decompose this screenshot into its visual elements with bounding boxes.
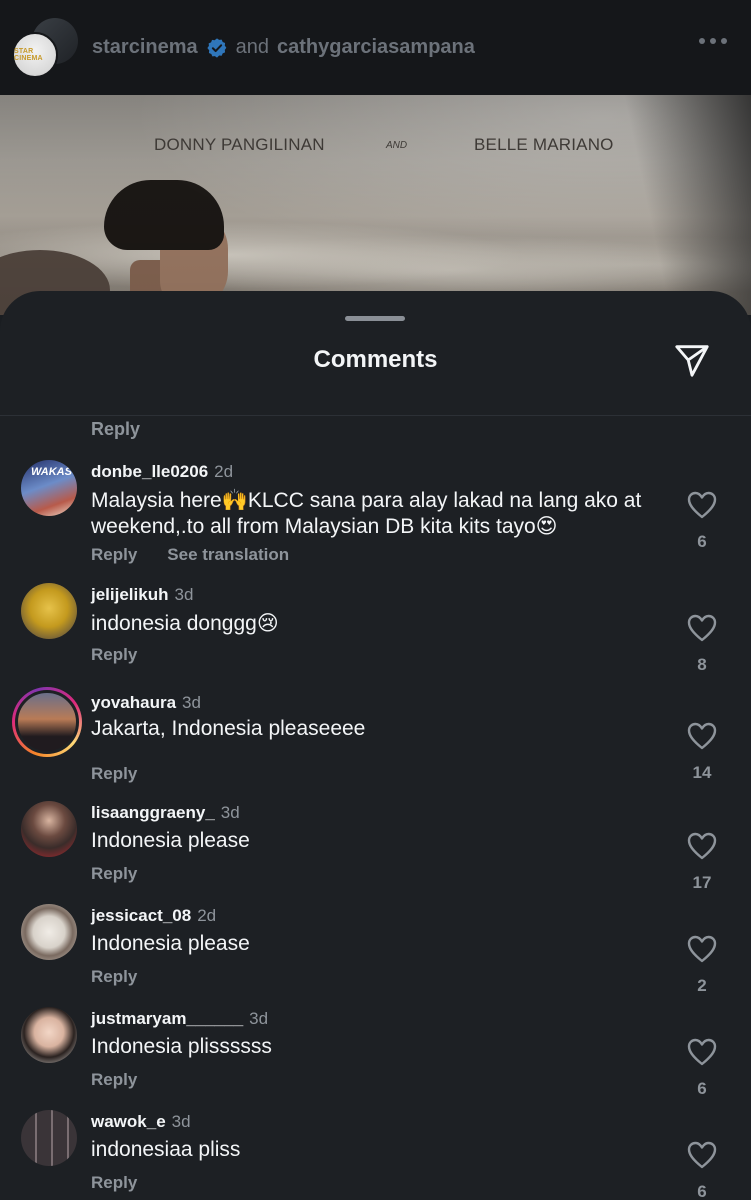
comment-item: jelijelikuh 3d indonesia donggg😢 Reply 8 bbox=[0, 579, 751, 679]
like-control[interactable]: 17 bbox=[685, 832, 719, 893]
comment-username[interactable]: justmaryam______ bbox=[91, 1009, 243, 1029]
comment-time: 2d bbox=[214, 462, 234, 481]
heart-icon[interactable] bbox=[687, 1141, 717, 1169]
more-horizontal-icon[interactable] bbox=[699, 38, 727, 44]
reply-button[interactable]: Reply bbox=[91, 545, 137, 565]
collab-avatars[interactable]: STAR CINEMA bbox=[12, 17, 78, 78]
heart-icon[interactable] bbox=[687, 832, 717, 860]
avatar-starcinema[interactable]: STAR CINEMA bbox=[12, 31, 58, 78]
comment-username[interactable]: jelijelikuh bbox=[91, 585, 168, 605]
comment-text: Indonesia plissssss bbox=[91, 1035, 272, 1058]
like-control[interactable]: 14 bbox=[685, 722, 719, 783]
starcinema-logo: STAR CINEMA bbox=[14, 47, 43, 62]
sheet-drag-handle[interactable] bbox=[345, 316, 405, 321]
avatar[interactable] bbox=[21, 904, 77, 960]
comment-username[interactable]: donbe_lle0206 bbox=[91, 462, 208, 482]
reply-button[interactable]: Reply bbox=[91, 1173, 137, 1193]
post-image[interactable]: DONNY PANGILINAN AND BELLE MARIANO bbox=[0, 95, 751, 315]
comment-username[interactable]: jessicact_08 bbox=[91, 906, 191, 926]
comment-username[interactable]: wawok_e bbox=[91, 1112, 166, 1132]
heart-icon[interactable] bbox=[687, 935, 717, 963]
comment-time: 3d bbox=[249, 1009, 269, 1028]
comment-text: indonesiaa pliss bbox=[91, 1138, 241, 1161]
author-cathygarciasampana[interactable]: cathygarciasampana bbox=[277, 36, 475, 59]
reply-button[interactable]: Reply bbox=[91, 864, 137, 884]
like-count: 2 bbox=[697, 976, 707, 995]
like-count: 6 bbox=[697, 1079, 707, 1098]
reply-button[interactable]: Reply bbox=[91, 967, 137, 987]
comment-time: 2d bbox=[197, 906, 217, 925]
avatar[interactable] bbox=[21, 1110, 77, 1166]
comment-time: 3d bbox=[171, 1112, 191, 1131]
like-control[interactable]: 6 bbox=[685, 1141, 719, 1200]
credit-left: DONNY PANGILINAN bbox=[154, 135, 325, 154]
avatar[interactable] bbox=[21, 583, 77, 639]
avatar[interactable] bbox=[21, 801, 77, 857]
sheet-title: Comments bbox=[313, 346, 438, 373]
avatar[interactable] bbox=[21, 1007, 77, 1063]
like-count: 6 bbox=[697, 532, 707, 551]
comment-username[interactable]: yovahaura bbox=[91, 693, 176, 713]
reply-button[interactable]: Reply bbox=[91, 1070, 137, 1090]
comment-text: indonesia donggg😢 bbox=[91, 612, 279, 635]
comment-username[interactable]: lisaanggraeny_ bbox=[91, 803, 215, 823]
comments-sheet: Comments Reply WAKAS donbe_lle0206 2d Ma… bbox=[0, 291, 751, 1200]
comment-text: Malaysia here🙌KLCC sana para alay lakad … bbox=[91, 489, 642, 538]
sheet-divider bbox=[0, 415, 751, 416]
reply-button[interactable]: Reply bbox=[91, 645, 137, 665]
comment-text: Jakarta, Indonesia pleaseeee bbox=[91, 717, 366, 740]
verified-badge-icon bbox=[207, 37, 226, 58]
heart-icon[interactable] bbox=[687, 614, 717, 642]
credit-and: AND bbox=[386, 140, 408, 151]
avatar-story-ring[interactable] bbox=[12, 687, 82, 757]
avatar[interactable]: WAKAS bbox=[21, 460, 77, 516]
credit-right: BELLE MARIANO bbox=[474, 135, 614, 154]
send-icon[interactable] bbox=[673, 341, 711, 379]
post-authors: starcinema and cathygarciasampana bbox=[92, 36, 475, 59]
post-header: STAR CINEMA starcinema and cathygarciasa… bbox=[0, 0, 751, 95]
comment-item: jessicact_08 2d Indonesia please Reply 2 bbox=[0, 900, 751, 1000]
comment-item: WAKAS donbe_lle0206 2d Malaysia here🙌KLC… bbox=[0, 456, 751, 576]
comment-item: wawok_e 3d indonesiaa pliss Reply 6 bbox=[0, 1106, 751, 1200]
comment-item: justmaryam______ 3d Indonesia plissssss … bbox=[0, 1003, 751, 1103]
reply-button[interactable]: Reply bbox=[91, 764, 137, 784]
like-control[interactable]: 8 bbox=[685, 614, 719, 675]
avatar bbox=[15, 690, 79, 754]
comment-text: Indonesia please bbox=[91, 829, 250, 852]
like-count: 14 bbox=[692, 763, 712, 782]
heart-icon[interactable] bbox=[687, 1038, 717, 1066]
comment-item: lisaanggraeny_ 3d Indonesia please Reply… bbox=[0, 797, 751, 897]
comment-item: yovahaura 3d Jakarta, Indonesia pleaseee… bbox=[0, 687, 751, 787]
comment-text: Indonesia please bbox=[91, 932, 250, 955]
see-translation-button[interactable]: See translation bbox=[167, 545, 289, 565]
author-starcinema[interactable]: starcinema bbox=[92, 36, 198, 59]
author-connector: and bbox=[235, 36, 269, 58]
like-control[interactable]: 6 bbox=[685, 491, 719, 552]
like-count: 6 bbox=[697, 1182, 707, 1200]
comment-time: 3d bbox=[174, 585, 194, 604]
heart-icon[interactable] bbox=[687, 722, 717, 750]
heart-icon[interactable] bbox=[687, 491, 717, 519]
comment-time: 3d bbox=[220, 803, 240, 822]
reply-button[interactable]: Reply bbox=[91, 419, 140, 440]
like-control[interactable]: 6 bbox=[685, 1038, 719, 1099]
avatar-text: WAKAS bbox=[31, 466, 72, 478]
like-count: 8 bbox=[697, 655, 707, 674]
comment-time: 3d bbox=[182, 693, 201, 712]
like-control[interactable]: 2 bbox=[685, 935, 719, 996]
like-count: 17 bbox=[692, 873, 712, 892]
